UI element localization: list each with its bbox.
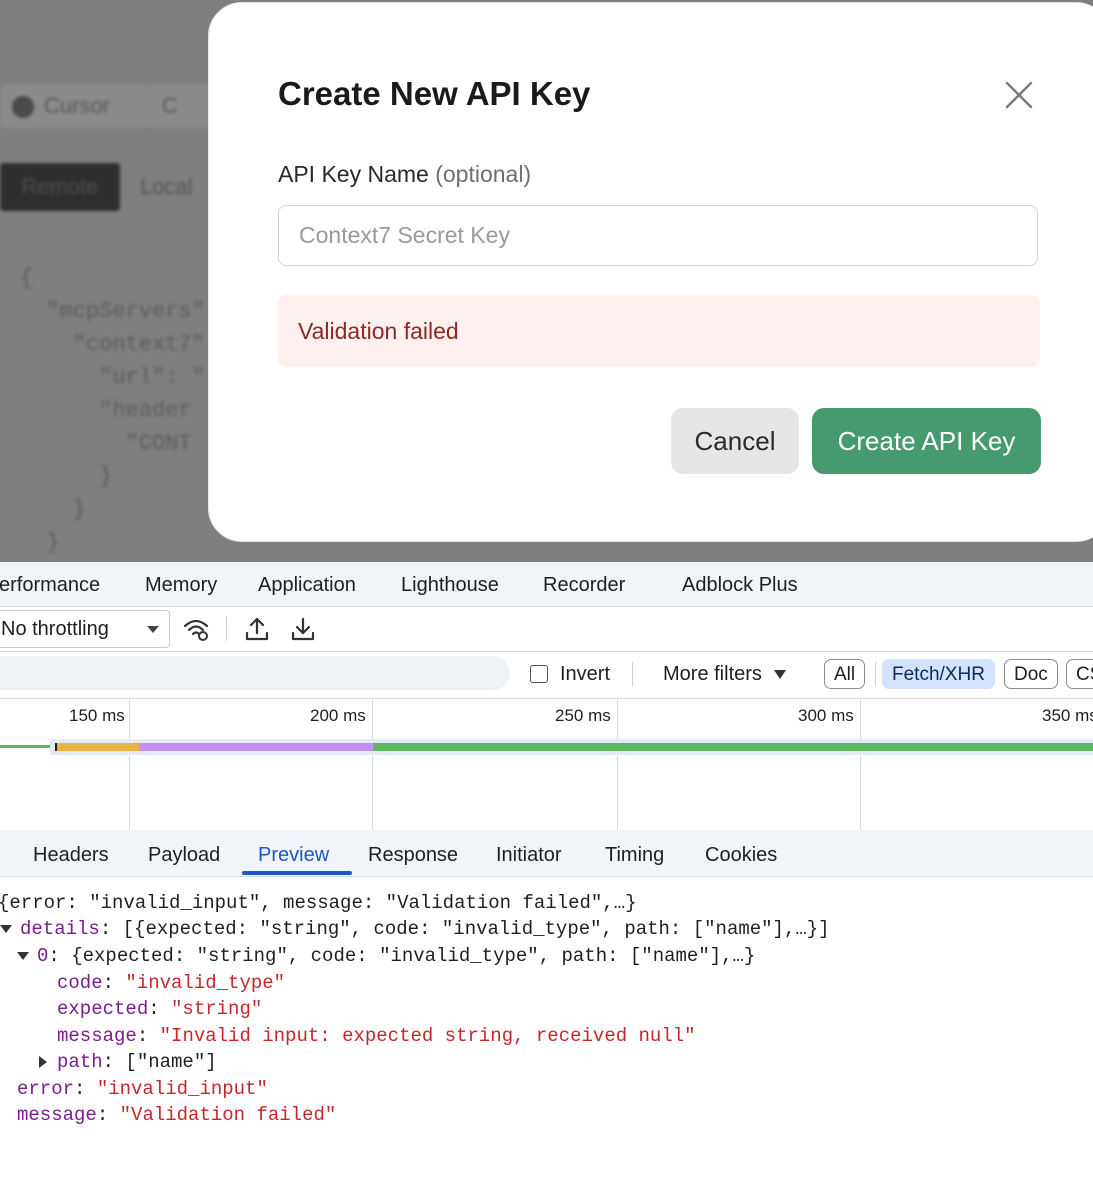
network-toolbar: No throttling: [0, 607, 1093, 652]
tick-label-250: 250 ms: [555, 706, 611, 725]
tick-line: [372, 699, 373, 830]
request-detail-tabs: Headers Payload Preview Response Initiat…: [0, 830, 1093, 877]
tab-recorder[interactable]: Recorder: [543, 562, 625, 606]
message-property: message: "Invalid input: expected string…: [57, 1025, 696, 1047]
preview-summary: {error: "invalid_input", message: "Valid…: [0, 892, 637, 914]
throttling-select[interactable]: No throttling: [0, 610, 170, 648]
tick-line: [617, 699, 618, 830]
tab-application[interactable]: Application: [258, 562, 356, 606]
api-key-name-label: API Key Name (optional): [278, 161, 532, 187]
tab-initiator[interactable]: Initiator: [496, 830, 562, 876]
more-filters-dropdown[interactable]: More filters: [663, 663, 786, 686]
filter-chip-all[interactable]: All: [824, 659, 866, 689]
tab-adblock-plus[interactable]: Adblock Plus: [682, 562, 798, 606]
close-icon: [1005, 81, 1033, 109]
tick-label-200: 200 ms: [310, 706, 366, 725]
dialog-title: Create New API Key: [278, 75, 591, 112]
tick-label-300: 300 ms: [798, 706, 854, 725]
error-property: error: "invalid_input": [17, 1078, 268, 1100]
tab-preview[interactable]: Preview: [258, 830, 329, 876]
waterfall-lead-bar: [0, 745, 50, 748]
filter-bar: Invert More filters All Fetch/XHR Doc CS: [0, 652, 1093, 699]
collapsed-triangle-icon: [39, 1055, 47, 1068]
caret-down-icon: [773, 670, 786, 680]
tab-cookies[interactable]: Cookies: [705, 830, 777, 876]
close-button[interactable]: [1003, 79, 1035, 111]
tab-lighthouse[interactable]: Lighthouse: [401, 562, 499, 606]
filter-chip-doc[interactable]: Doc: [1004, 659, 1058, 689]
bg-segment-remote: Remote: [0, 163, 120, 211]
details-node[interactable]: details: [{expected: "string", code: "in…: [0, 916, 830, 942]
cancel-button[interactable]: Cancel: [671, 408, 799, 474]
top-message-property: message: "Validation failed": [17, 1104, 337, 1126]
network-conditions-icon[interactable]: [182, 615, 210, 643]
toolbar-divider: [226, 617, 227, 641]
api-key-name-input[interactable]: [278, 205, 1038, 266]
waterfall-waiting-bar: [139, 743, 373, 751]
chevron-down-icon: [147, 626, 159, 633]
create-api-key-dialog: Create New API Key API Key Name (optiona…: [208, 2, 1093, 542]
filter-chip-css[interactable]: CS: [1066, 659, 1093, 689]
export-har-icon[interactable]: [289, 615, 317, 643]
devtools-tab-bar: erformance Memory Application Lighthouse…: [0, 562, 1093, 607]
tab-timing[interactable]: Timing: [605, 830, 664, 876]
active-tab-indicator: [242, 871, 352, 875]
tab-memory[interactable]: Memory: [145, 562, 217, 606]
waterfall-stalled-bar: [57, 743, 139, 751]
network-timeline: 150 ms 200 ms 250 ms 300 ms 350 ms: [0, 699, 1093, 831]
expand-triangle-icon: [17, 951, 29, 960]
path-node[interactable]: path: ["name"]: [39, 1049, 217, 1075]
optional-hint: (optional): [435, 161, 532, 187]
invert-label: Invert: [560, 663, 611, 685]
chip-divider: [875, 662, 876, 686]
validation-error-alert: Validation failed: [278, 295, 1040, 367]
code-property: code: "invalid_type": [57, 972, 286, 994]
create-api-key-button[interactable]: Create API Key: [812, 408, 1041, 474]
expected-property: expected: "string": [57, 998, 263, 1020]
filter-input[interactable]: [0, 656, 510, 690]
tab-headers[interactable]: Headers: [33, 830, 109, 876]
bg-config-code: { "mcpServers" "context7" "url": " "head…: [20, 266, 205, 555]
devtools-panel: erformance Memory Application Lighthouse…: [0, 562, 1093, 1200]
details-item-0-node[interactable]: 0: {expected: "string", code: "invalid_t…: [17, 943, 755, 969]
waterfall-download-bar: [373, 743, 1093, 751]
bg-tab-cursor: Cursor: [0, 84, 152, 128]
tab-response[interactable]: Response: [368, 830, 458, 876]
tick-line: [129, 699, 130, 830]
tick-label-350: 350 ms: [1042, 706, 1093, 725]
import-har-icon[interactable]: [243, 615, 271, 643]
expand-triangle-icon: [0, 924, 12, 933]
filter-divider: [632, 662, 633, 686]
tick-label-150: 150 ms: [69, 706, 125, 725]
cursor-logo-icon: [12, 96, 34, 119]
tick-line: [860, 699, 861, 830]
tab-performance[interactable]: erformance: [0, 562, 100, 606]
invert-checkbox[interactable]: [530, 665, 548, 683]
filter-chip-fetch-xhr[interactable]: Fetch/XHR: [882, 659, 995, 689]
tab-payload[interactable]: Payload: [148, 830, 220, 876]
